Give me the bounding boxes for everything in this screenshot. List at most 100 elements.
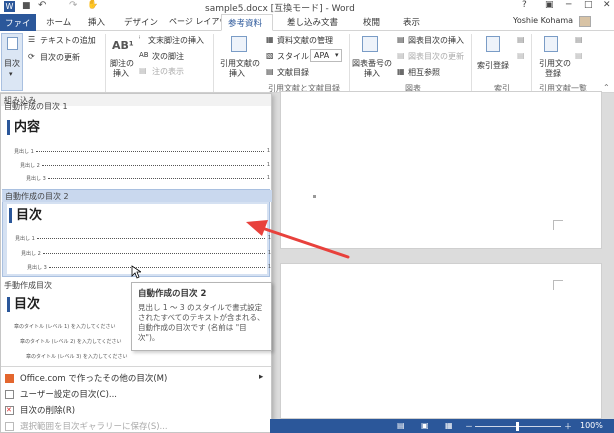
tab-home[interactable]: ホーム — [46, 16, 71, 28]
maximize-button[interactable]: □ — [584, 0, 593, 10]
tab-mailings[interactable]: 差し込み文書 — [287, 16, 338, 28]
undo-icon[interactable]: ↶ — [38, 0, 46, 11]
document-page[interactable] — [280, 263, 602, 419]
toc-entry: 見出し 11 — [15, 235, 271, 242]
gallery-item-label: 自動作成の目次 1 — [4, 102, 68, 111]
footnote-icon: AB¹ — [112, 39, 134, 52]
help-button[interactable]: ? — [522, 0, 527, 10]
style-icon: ▧ — [266, 51, 274, 60]
zoom-in-button[interactable]: ＋ — [564, 421, 572, 432]
toc-icon — [7, 37, 18, 50]
mouse-cursor-icon — [131, 265, 141, 279]
tab-file[interactable]: ファイル — [0, 14, 36, 41]
update-table-button[interactable]: 図表目次の更新 — [408, 51, 464, 62]
menu-item-save-selection[interactable]: 選択範囲を目次ギャラリーに保存(S)... — [1, 420, 271, 433]
document-icon — [5, 390, 14, 399]
tab-review[interactable]: 校閲 — [363, 16, 380, 28]
tooltip: 自動作成の目次 2 見出し 1 ～ 3 のスタイルで書式設定されたすべてのテキス… — [131, 282, 272, 351]
menu-item-custom-toc[interactable]: ユーザー設定の目次(C)... — [1, 388, 271, 401]
chevron-down-icon: ▾ — [335, 51, 339, 59]
gallery-item-auto-toc-1[interactable]: 内容 見出し 11 見出し 21 見出し 31 — [2, 112, 270, 197]
cursor-dot — [313, 195, 316, 198]
ribbon-references: 目次 ▾ ☰ テキストの追加 ⟳ 目次の更新 AB¹ 脚注の 挿入 ⁱ 文末脚注… — [0, 31, 614, 93]
menu-item-remove-toc[interactable]: ✕ 目次の削除(R) — [1, 404, 271, 417]
tab-references[interactable]: 参考資料 — [221, 14, 273, 31]
toc-heading: 目次 — [7, 297, 40, 312]
next-footnote-button[interactable]: 次の脚注 — [152, 51, 184, 62]
touch-mode-icon[interactable]: ✋ — [87, 0, 98, 10]
update-toc-button[interactable]: 目次の更新 — [40, 52, 80, 63]
separator — [471, 34, 472, 92]
style-select[interactable]: APA ▾ — [310, 49, 342, 62]
mark-entry-icon — [486, 36, 500, 52]
page-margin-mark — [553, 220, 563, 230]
tab-insert[interactable]: 挿入 — [88, 16, 105, 28]
separator — [213, 34, 214, 92]
endnote-icon: ⁱ — [139, 35, 141, 43]
toc-heading: 内容 — [7, 120, 40, 135]
gallery-preview: 目次 見出し 11 見出し 21 見出し 31 — [7, 204, 271, 274]
insert-caption-icon — [362, 36, 378, 52]
gallery-item-label: 自動作成の目次 2 — [2, 190, 272, 202]
cross-reference-button[interactable]: 相互参照 — [408, 67, 440, 78]
table-of-figures-icon: ▤ — [397, 35, 405, 44]
show-notes-button[interactable]: 注の表示 — [152, 66, 184, 77]
delete-icon: ✕ — [5, 406, 14, 415]
ribbon-display-button[interactable]: ▣ — [545, 0, 554, 10]
print-layout-icon[interactable]: ▣ — [421, 421, 429, 430]
document-page[interactable] — [280, 91, 602, 249]
toc-heading: 目次 — [9, 208, 42, 223]
ribbon-tabs: ファイル ホーム 挿入 デザイン ページ レイアウト 参考資料 差し込み文書 校… — [0, 14, 614, 41]
toc-entry: 見出し 21 — [21, 250, 271, 257]
document-area[interactable] — [270, 91, 614, 419]
tab-design[interactable]: デザイン — [124, 16, 158, 28]
user-name[interactable]: Yoshie Kohama — [513, 16, 573, 25]
avatar[interactable] — [579, 16, 591, 27]
tooltip-title: 自動作成の目次 2 — [138, 289, 207, 299]
insert-table-of-figures-button[interactable]: 図表目次の挿入 — [408, 35, 464, 46]
style-label: スタイル: — [277, 52, 312, 61]
toc-entry: 見出し 21 — [20, 162, 270, 169]
read-mode-icon[interactable]: ▤ — [397, 421, 405, 430]
separator — [349, 34, 350, 92]
minimize-button[interactable]: ─ — [566, 0, 571, 10]
insert-citation-icon — [231, 36, 247, 52]
insert-toa-icon[interactable]: ▤ — [575, 35, 583, 44]
insert-index-icon[interactable]: ▤ — [517, 35, 525, 44]
zoom-level[interactable]: 100% — [580, 421, 603, 430]
redo-icon[interactable]: ↷ — [69, 0, 77, 11]
window-title: sample5.docx [互換モード] - Word — [205, 4, 355, 14]
menu-item-office-toc[interactable]: Office.com で作ったその他の目次(M) ▸ — [1, 372, 271, 385]
office-icon — [5, 374, 14, 383]
insert-endnote-button[interactable]: 文末脚注の挿入 — [148, 35, 204, 46]
toc-entry: 見出し 11 — [14, 148, 270, 155]
toc-entry: 章のタイトル (レベル 3) を入力してください — [26, 354, 128, 360]
separator — [105, 34, 106, 92]
manage-sources-button[interactable]: 資料文献の管理 — [277, 35, 333, 46]
save-gallery-icon — [5, 422, 14, 431]
update-toa-icon[interactable]: ▤ — [575, 51, 583, 60]
chevron-right-icon: ▸ — [259, 372, 264, 382]
title-bar: W ■ ↶ ↷ ✋ sample5.docx [互換モード] - Word ? … — [0, 0, 614, 14]
update-index-icon[interactable]: ▤ — [517, 51, 525, 60]
close-button[interactable]: ✕ — [603, 0, 611, 10]
add-text-icon: ☰ — [28, 35, 36, 44]
toc-button[interactable]: 目次 ▾ — [1, 33, 23, 91]
separator — [1, 366, 271, 367]
collapse-ribbon-icon[interactable]: ⌃ — [603, 83, 610, 92]
status-bar: ▤ ▣ ▦ － ＋ 100% — [270, 419, 614, 433]
update-toc-icon: ⟳ — [28, 52, 35, 61]
manage-sources-icon: ▦ — [266, 35, 274, 44]
gallery-item-auto-toc-2[interactable]: 自動作成の目次 2 目次 見出し 11 見出し 21 見出し 31 — [2, 189, 272, 277]
toc-entry: 見出し 31 — [27, 264, 271, 271]
tab-view[interactable]: 表示 — [403, 16, 420, 28]
zoom-slider-thumb[interactable] — [516, 422, 519, 431]
word-logo-icon: W — [4, 1, 15, 12]
separator — [531, 34, 532, 92]
web-layout-icon[interactable]: ▦ — [445, 421, 453, 430]
save-icon[interactable]: ■ — [22, 1, 31, 11]
mark-entry-button[interactable]: 索引登録 — [477, 60, 509, 71]
bibliography-button[interactable]: 文献目録 — [277, 67, 309, 78]
add-text-button[interactable]: テキストの追加 — [40, 35, 96, 46]
zoom-out-button[interactable]: － — [465, 421, 473, 432]
